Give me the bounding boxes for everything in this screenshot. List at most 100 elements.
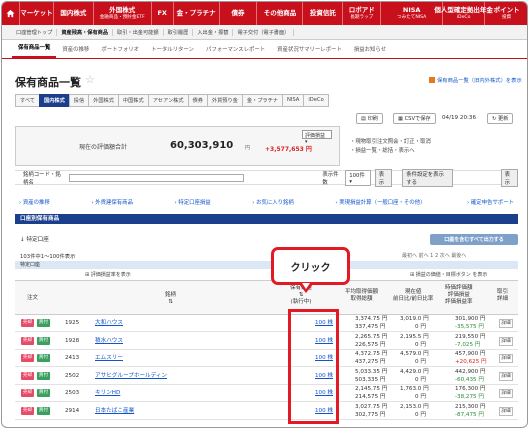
tab-5[interactable]: 資産状況サマリーレポート xyxy=(271,45,348,58)
subnav-item-0[interactable]: 口座管理トップ xyxy=(12,28,58,36)
legacy-view-link[interactable]: 保有商品一覧（旧内外株式）を表示 xyxy=(429,76,522,84)
detail-button[interactable]: 詳細 xyxy=(499,371,513,381)
stock-name[interactable]: 積水ハウス xyxy=(95,338,123,345)
subnav-item-3[interactable]: 取引履歴 xyxy=(164,28,194,36)
quick-link-2[interactable]: › 特定口座損益 xyxy=(174,198,210,206)
detail-button[interactable]: 詳細 xyxy=(499,406,513,416)
tab-0[interactable]: 保有商品一覧 xyxy=(12,43,57,58)
gnav-item-7[interactable]: 投資信託 xyxy=(303,2,344,25)
timestamp: 04/19 20:36 xyxy=(442,115,477,121)
buy-button[interactable]: 買付 xyxy=(37,406,50,415)
price-change: 0 円 xyxy=(415,376,426,383)
buy-button[interactable]: 買付 xyxy=(37,354,50,362)
condition-button[interactable]: 条件設定を表示する xyxy=(402,168,453,187)
subnav-item-1[interactable]: 資産残高・保有商品 xyxy=(57,28,114,36)
buy-button[interactable]: 買付 xyxy=(37,371,50,380)
quick-link-label: 外貨建保有商品 xyxy=(95,200,133,206)
product-tab-0[interactable]: すべて xyxy=(15,94,39,107)
product-tab-7[interactable]: 外貨預り金 xyxy=(206,94,242,107)
detail-button[interactable]: 詳細 xyxy=(499,319,513,328)
count-select[interactable]: 100件 ▾ xyxy=(345,169,371,186)
stock-name[interactable]: キリンHD xyxy=(95,390,120,397)
refresh-button[interactable]: ↻ 更新 xyxy=(487,113,514,124)
col-name[interactable]: 銘柄 ⇅ xyxy=(165,292,176,306)
product-tab-4[interactable]: 中国株式 xyxy=(117,94,148,107)
buy-button[interactable]: 買付 xyxy=(37,336,50,345)
sell-button[interactable]: 売却 xyxy=(21,336,34,345)
gnav-item-6[interactable]: その他商品 xyxy=(257,2,304,25)
product-tab-8[interactable]: 金・プラチナ xyxy=(241,94,282,107)
sell-button[interactable]: 売却 xyxy=(21,319,34,327)
buy-button[interactable]: 買付 xyxy=(37,389,50,397)
product-tab-5[interactable]: アセアン株式 xyxy=(147,94,188,107)
account-toggle[interactable]: ↓ 特定口座 xyxy=(20,235,49,243)
display-button-2[interactable]: 表示 xyxy=(500,168,519,187)
csv-save-button[interactable]: ▦ CSVで保存 xyxy=(393,113,436,124)
tab-3[interactable]: トータルリターン xyxy=(145,45,200,58)
search-bar: 銘柄コード・銘柄名 表示件数 100件 ▾ 表示 条件設定を表示する 表示 xyxy=(15,168,519,187)
col-avg[interactable]: 平均取得価額 取得総額 xyxy=(345,289,378,303)
col-price[interactable]: 現在値 前日比/前日比率 xyxy=(393,289,433,303)
gnav-item-10[interactable]: 個人型確定拠出年金 iDeCo xyxy=(434,2,493,25)
subnav-item-5[interactable]: 電子交付（電子書面） xyxy=(233,28,295,36)
sell-button[interactable]: 売却 xyxy=(21,389,34,397)
highlight-box xyxy=(288,309,339,424)
price-change: 0 円 xyxy=(415,394,426,400)
favorite-star-icon[interactable]: ☆ xyxy=(85,73,95,86)
stock-name[interactable]: 大和ハウス xyxy=(95,320,123,327)
gnav-item-4[interactable]: 金・プラチナ xyxy=(174,2,220,25)
side-link-orders[interactable]: ・現物取引注文照会・訂正・取消 xyxy=(350,138,431,147)
export-all-button[interactable]: 口座を含むすべて出力する xyxy=(430,234,518,245)
quick-link-label: 資産の推移 xyxy=(22,200,50,206)
gnav-item-11[interactable]: ポイント 投資 xyxy=(485,2,527,25)
quick-link-4[interactable]: › 実現損益計算（一般口座・その他） xyxy=(335,198,425,206)
tab-2[interactable]: ポートフォリオ xyxy=(95,45,145,58)
gnav-item-0[interactable]: マーケット xyxy=(20,2,54,25)
sell-button[interactable]: 売却 xyxy=(21,371,34,380)
detail-button[interactable]: 詳細 xyxy=(499,354,513,363)
gnav-item-1[interactable]: 国内株式 xyxy=(54,2,94,25)
option-right[interactable]: ⊞ 損益の価値・目標ボタン を表示 xyxy=(410,271,487,278)
side-link-pl[interactable]: ・損益一覧・総括・表示へ xyxy=(350,147,431,156)
quick-link-1[interactable]: › 外貨建保有商品 xyxy=(91,198,133,206)
sell-button[interactable]: 売却 xyxy=(21,354,34,362)
product-tab-1[interactable]: 国内株式 xyxy=(39,94,69,107)
search-input[interactable] xyxy=(69,173,245,182)
pager[interactable]: 最初へ 前へ 1 2 次へ 最後へ xyxy=(402,252,466,259)
col-value[interactable]: 時価評価額 評価損益 評価損益率 xyxy=(445,285,473,306)
gnav-item-3[interactable]: FX xyxy=(152,2,174,25)
summary-label: 現在の評価額合計 xyxy=(79,144,128,151)
summary-select[interactable]: 評価損益 ▾ xyxy=(302,130,332,145)
detail-button[interactable]: 詳細 xyxy=(499,336,513,346)
tab-4[interactable]: パフォーマンスレポート xyxy=(200,45,271,58)
total-cost: 226,575 円 xyxy=(355,341,386,348)
print-button[interactable]: ▤ 印刷 xyxy=(356,113,383,124)
subnav-item-2[interactable]: 取引・出金可能額 xyxy=(113,28,164,36)
gnav-item-5[interactable]: 債券 xyxy=(220,2,258,25)
product-tab-2[interactable]: 投信 xyxy=(68,94,89,107)
sell-button[interactable]: 売却 xyxy=(21,406,34,415)
home-icon[interactable] xyxy=(2,2,20,25)
tab-6[interactable]: 損益お知らせ xyxy=(348,45,392,58)
detail-button[interactable]: 詳細 xyxy=(499,389,513,398)
display-button[interactable]: 表示 xyxy=(374,168,393,187)
product-tab-3[interactable]: 外国株式 xyxy=(88,94,118,107)
quick-link-3[interactable]: › お気に入り銘柄 xyxy=(252,198,294,206)
subnav-item-4[interactable]: 入出金・振替 xyxy=(193,28,234,36)
product-tab-9[interactable]: NISA xyxy=(282,94,304,107)
quick-link-0[interactable]: › 資産の推移 xyxy=(19,198,50,206)
product-tab-10[interactable]: iDeCo xyxy=(303,94,329,107)
gnav-item-8[interactable]: ロボアド 長期ラップ xyxy=(343,2,382,25)
product-tab-6[interactable]: 債券 xyxy=(187,94,207,107)
buy-button[interactable]: 買付 xyxy=(37,319,50,327)
stock-name[interactable]: エムスリー xyxy=(95,355,123,362)
tab-1[interactable]: 資産の推移 xyxy=(56,45,95,58)
quick-link-5[interactable]: › 確定申告サポート xyxy=(467,198,514,206)
avg-price: 3,374.75 円 xyxy=(355,316,388,322)
option-left[interactable]: ⊞ 評価損益率を表示 xyxy=(85,271,131,278)
print-icon: ▤ xyxy=(361,116,366,122)
stock-name[interactable]: 日本たばこ産業 xyxy=(95,408,134,415)
stock-name[interactable]: アサヒグループホールディン xyxy=(95,373,167,380)
side-links: ・現物取引注文照会・訂正・取消 ・損益一覧・総括・表示へ xyxy=(350,138,431,156)
gnav-item-2[interactable]: 外国株式 金融商品・預貯金ETF xyxy=(94,2,152,25)
